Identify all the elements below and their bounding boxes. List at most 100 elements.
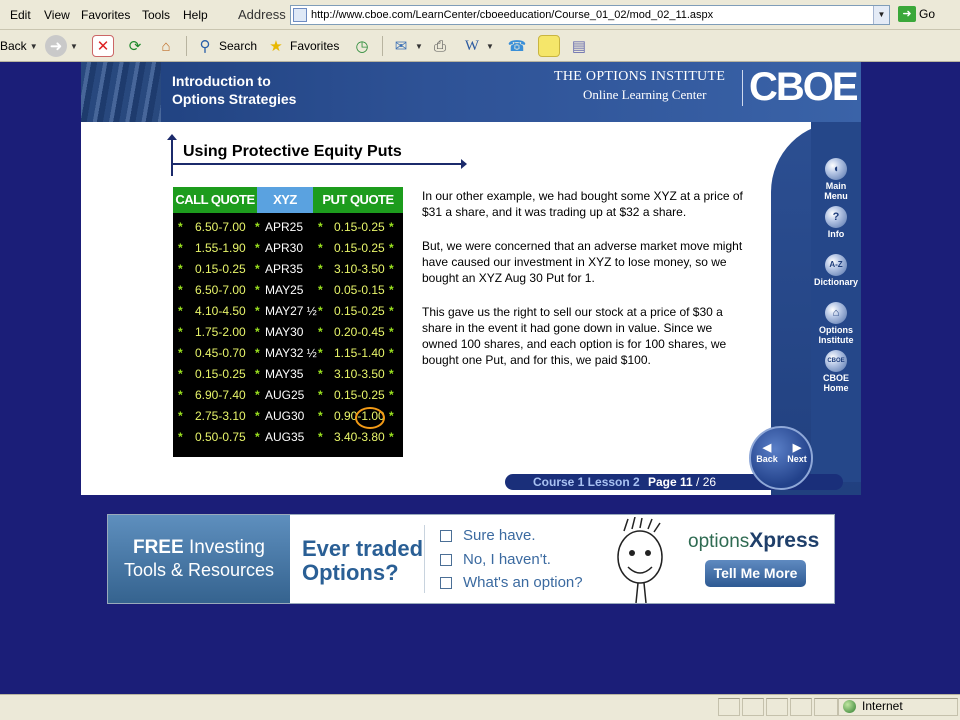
star-icon: * [389,325,394,339]
lesson-title-block: Using Protective Equity Puts [167,134,467,178]
edit-button[interactable]: W ▼ [461,35,494,57]
nav-main-menu[interactable]: ◖ Main Menu [811,158,861,201]
print-icon: ⎙ [433,37,446,55]
ad-banner[interactable]: FREE Investing Tools & Resources Ever tr… [107,514,835,604]
cboe-logo: CBOE [749,65,859,109]
nav-cboe-home[interactable]: CBOE CBOE Home [811,350,861,393]
forward-button[interactable]: ➜ ▼ [45,35,78,57]
ad-subheadline: Tools & Resources [123,560,275,580]
mail-icon: ✉ [394,38,408,55]
put-quote: 0.15-0.25 [334,241,385,255]
favorites-button[interactable]: ★ Favorites [265,35,339,57]
ad-option-what[interactable]: What's an option? [440,574,583,591]
back-nav-button[interactable]: ◀ Back [753,442,781,464]
course-title-line2: Options Strategies [172,91,297,107]
nav-label: CBOE [822,373,849,383]
learning-center-name: Online Learning Center [583,87,707,102]
call-quote: 0.50-0.75 [195,430,246,444]
option-symbol: APR30 [265,241,304,255]
star-icon: * [318,346,323,360]
ad-question: Ever traded Options? [302,537,423,585]
status-bar: Internet [0,694,960,720]
toolbar-separator [186,36,187,56]
menu-edit[interactable]: Edit [10,8,31,22]
tell-me-more-button[interactable]: Tell Me More [705,560,806,587]
ad-divider [424,525,425,593]
address-dropdown-icon[interactable]: ▼ [873,6,889,24]
quote-row: * 1.55-1.90 * APR30 * 0.15-0.25 * [173,238,403,259]
call-quote: 6.90-7.40 [195,388,246,402]
page-icon [293,8,307,22]
history-button[interactable]: ◷ [351,35,373,57]
institute-icon: ⌂ [825,302,847,324]
nav-dictionary[interactable]: A-Z Dictionary [811,254,861,287]
call-quote: 2.75-3.10 [195,409,246,423]
star-icon: * [318,325,323,339]
home-button[interactable]: ⌂ [155,35,177,57]
option-symbol: MAY32 ½ [265,346,317,360]
star-icon: * [178,388,183,402]
star-icon: * [318,220,323,234]
quote-row: * 6.50-7.00 * MAY25 * 0.05-0.15 * [173,280,403,301]
side-nav: ◖ Main Menu ? Info A-Z Dictionary ⌂ Opti… [811,122,861,482]
star-icon: * [318,262,323,276]
menu-tools[interactable]: Tools [142,8,170,22]
ad-question-line1: Ever traded [302,536,424,561]
checkbox[interactable] [440,553,452,566]
highlight-circle [355,407,385,429]
star-icon: * [255,220,260,234]
address-url[interactable]: http://www.cboe.com/LearnCenter/cboeeduc… [311,9,713,21]
globe-icon [843,699,856,713]
star-icon: * [389,346,394,360]
next-nav-button[interactable]: ▶ Next [783,442,811,464]
option-symbol: MAY27 ½ [265,304,317,318]
status-cell [814,698,838,716]
mail-button[interactable]: ✉ ▼ [390,35,423,57]
go-button[interactable]: ➜ Go [898,6,935,24]
menu-favorites[interactable]: Favorites [81,8,130,22]
star-icon: * [178,241,183,255]
mail-dropdown-icon[interactable]: ▼ [415,42,423,51]
edit-dropdown-icon[interactable]: ▼ [486,42,494,51]
star-icon: * [178,325,183,339]
course-title-line1: Introduction to [172,73,271,89]
star-icon: * [178,346,183,360]
ad-option-sure[interactable]: Sure have. [440,527,536,544]
checkbox[interactable] [440,529,452,542]
put-quote-header: PUT QUOTE [313,187,403,213]
research-icon: ▤ [571,38,587,55]
search-label: Search [219,39,258,53]
call-quote-header: CALL QUOTE [173,187,257,213]
notes-button[interactable] [538,35,560,57]
star-icon: * [389,241,394,255]
address-input[interactable]: http://www.cboe.com/LearnCenter/cboeeduc… [290,5,890,25]
stop-button[interactable]: ✕ [92,35,114,57]
back-dropdown-icon[interactable]: ▼ [30,42,38,51]
back-button[interactable]: Back ▼ [0,35,38,57]
forward-dropdown-icon[interactable]: ▼ [70,42,78,51]
back-next-control: ◀ Back ▶ Next [749,426,813,490]
course-lesson-label: Course 1 Lesson 2 [533,475,640,489]
nav-label: Options [819,325,853,335]
messenger-button[interactable]: ☎ [506,35,528,57]
menu-help[interactable]: Help [183,8,208,22]
search-button[interactable]: ⚲ Search [194,35,258,57]
star-icon: * [255,304,260,318]
star-icon: * [318,388,323,402]
quote-row: * 6.50-7.00 * APR25 * 0.15-0.25 * [173,217,403,238]
nav-label: Info [827,229,845,239]
refresh-button[interactable]: ⟳ [124,35,146,57]
header-divider [742,70,743,106]
nav-options-institute[interactable]: ⌂ Options Institute [811,302,861,345]
info-icon: ? [825,206,847,228]
quote-row: * 0.15-0.25 * APR35 * 3.10-3.50 * [173,259,403,280]
print-button[interactable]: ⎙ [429,35,451,57]
star-icon: * [318,241,323,255]
menu-view[interactable]: View [44,8,70,22]
checkbox[interactable] [440,576,452,589]
ad-option-no[interactable]: No, I haven't. [440,551,551,568]
nav-info[interactable]: ? Info [811,206,861,239]
research-button[interactable]: ▤ [568,35,590,57]
cboe-home-icon: CBOE [825,350,847,372]
option-symbol: MAY35 [265,367,304,381]
